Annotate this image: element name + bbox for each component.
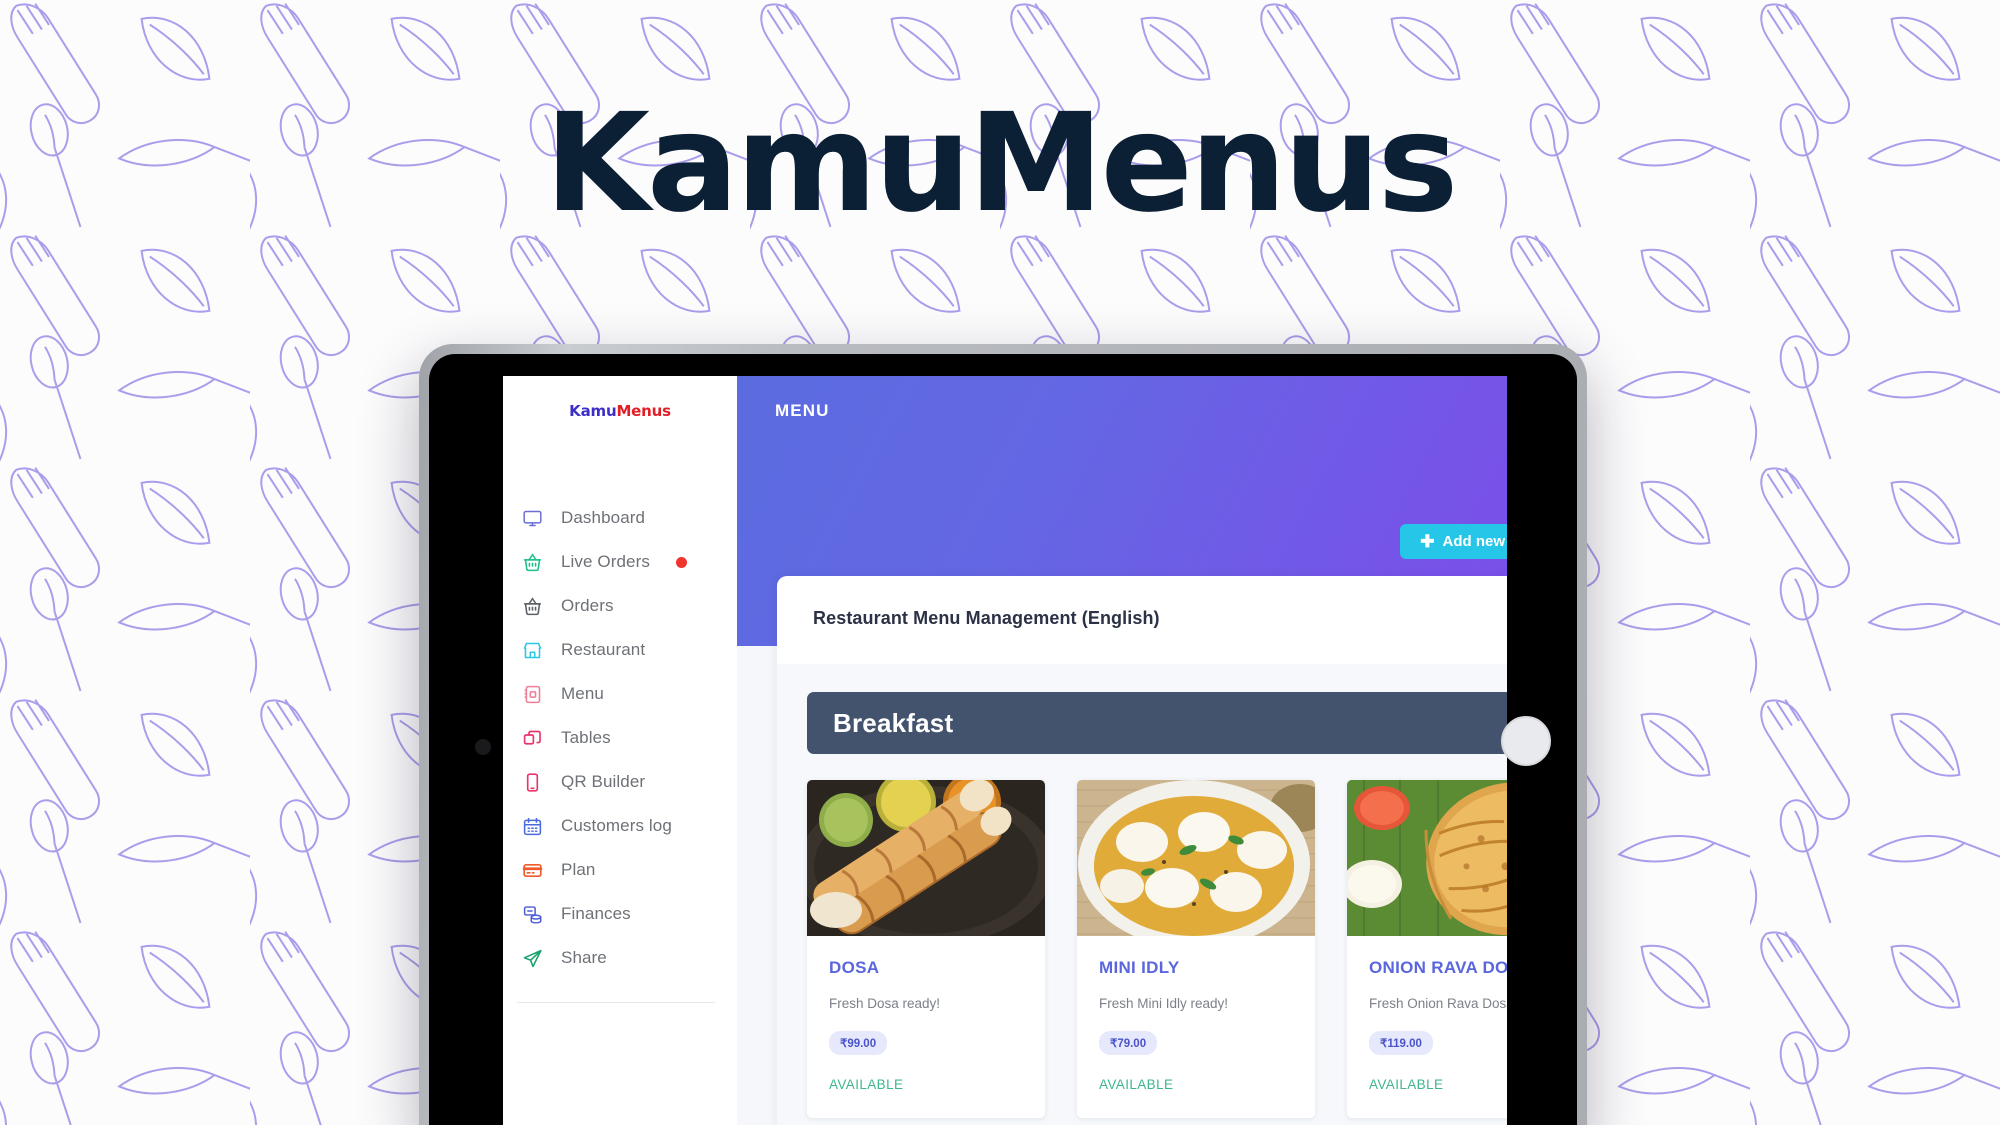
sidebar-item-menu[interactable]: Menu [503,672,737,716]
dish-name: MINI IDLY [1099,958,1180,977]
mobile-icon [521,771,543,793]
sidebar-item-label: Plan [561,860,596,879]
sidebar-item-label: Orders [561,596,614,615]
sidebar-item-dashboard[interactable]: Dashboard [503,496,737,540]
sidebar-item-label: Customers log [561,816,672,835]
sidebar-divider [517,1002,715,1003]
basket-icon [521,551,543,573]
sidebar-item-label: Finances [561,904,631,923]
calendar-icon [521,815,543,837]
sidebar-item-plan[interactable]: Plan [503,848,737,892]
sidebar: KamuMenus Dashboard Live Orders Orders R… [503,376,737,1125]
sidebar-item-orders[interactable]: Orders [503,584,737,628]
sidebar-item-label: Dashboard [561,508,646,527]
main-content: MENU ✚ Add new Restaurant Menu Managemen… [737,376,1507,1125]
dish-description: Fresh Onion Rava Dosa Ready! [1369,996,1507,1011]
sidebar-item-tables[interactable]: Tables [503,716,737,760]
book-icon [521,683,543,705]
dish-status: AVAILABLE [829,1077,904,1092]
dish-price-badge: ₹119.00 [1369,1031,1433,1055]
dish-status: AVAILABLE [1369,1077,1444,1092]
section-header-label: Breakfast [833,707,954,738]
basket-icon [521,595,543,617]
content-card-body: Breakfast DOSA Fresh Dosa ready! ₹99.00 … [777,664,1507,1125]
sidebar-item-live-orders[interactable]: Live Orders [503,540,737,584]
dish-info: ONION RAVA DOSA Fresh Onion Rava Dosa Re… [1347,936,1507,1118]
tablet-screen: KamuMenus Dashboard Live Orders Orders R… [429,354,1577,1125]
card-icon [521,859,543,881]
sidebar-item-label: QR Builder [561,772,646,791]
monitor-icon [521,507,543,529]
dish-status: AVAILABLE [1099,1077,1174,1092]
add-new-button[interactable]: ✚ Add new [1400,524,1507,559]
dish-price-badge: ₹79.00 [1099,1031,1158,1055]
mini-idly-photo [1077,780,1315,936]
send-icon [521,947,543,969]
dish-name: ONION RAVA DOSA [1369,958,1507,977]
logo-text-kamu: Kamu [569,402,617,420]
app-window: KamuMenus Dashboard Live Orders Orders R… [503,376,1507,1125]
dish-card[interactable]: MINI IDLY Fresh Mini Idly ready! ₹79.00 … [1077,780,1315,1118]
dish-card-list: DOSA Fresh Dosa ready! ₹99.00 AVAILABLE [807,780,1507,1118]
section-header-breakfast[interactable]: Breakfast [807,692,1507,754]
dish-card[interactable]: DOSA Fresh Dosa ready! ₹99.00 AVAILABLE [807,780,1045,1118]
sidebar-item-finances[interactable]: Finances [503,892,737,936]
plus-icon: ✚ [1420,532,1435,551]
dish-name: DOSA [829,958,880,977]
sidebar-item-customers-log[interactable]: Customers log [503,804,737,848]
dish-card[interactable]: ONION RAVA DOSA Fresh Onion Rava Dosa Re… [1347,780,1507,1118]
dish-info: DOSA Fresh Dosa ready! ₹99.00 AVAILABLE [807,936,1045,1118]
sidebar-item-label: Share [561,948,607,967]
add-new-button-label: Add new [1442,533,1506,550]
store-icon [521,639,543,661]
windows-icon [521,727,543,749]
dish-description: Fresh Mini Idly ready! [1099,996,1229,1011]
tablet-home-button [475,739,491,755]
topbar-title: MENU [775,401,830,420]
sidebar-logo[interactable]: KamuMenus [503,402,737,420]
sidebar-item-label: Tables [561,728,611,747]
dosa-photo [807,780,1045,936]
dish-description: Fresh Dosa ready! [829,996,941,1011]
onion-rava-dosa-photo [1347,780,1507,936]
sidebar-item-label: Menu [561,684,604,703]
dish-price-badge: ₹99.00 [829,1031,888,1055]
live-orders-badge-dot [675,556,687,568]
page-title: KamuMenus [544,85,1459,243]
tablet-camera [1501,716,1551,766]
logo-text-menus: Menus [616,402,671,420]
sidebar-item-label: Restaurant [561,640,646,659]
sidebar-item-qr-builder[interactable]: QR Builder [503,760,737,804]
content-card: Restaurant Menu Management (English) Bre… [777,576,1507,1125]
dish-info: MINI IDLY Fresh Mini Idly ready! ₹79.00 … [1077,936,1315,1118]
sidebar-item-restaurant[interactable]: Restaurant [503,628,737,672]
sidebar-item-share[interactable]: Share [503,936,737,980]
tablet-device-mockup: KamuMenus Dashboard Live Orders Orders R… [419,344,1587,1125]
content-card-title: Restaurant Menu Management (English) [813,608,1160,628]
sidebar-item-label: Live Orders [561,552,650,571]
money-icon [521,903,543,925]
